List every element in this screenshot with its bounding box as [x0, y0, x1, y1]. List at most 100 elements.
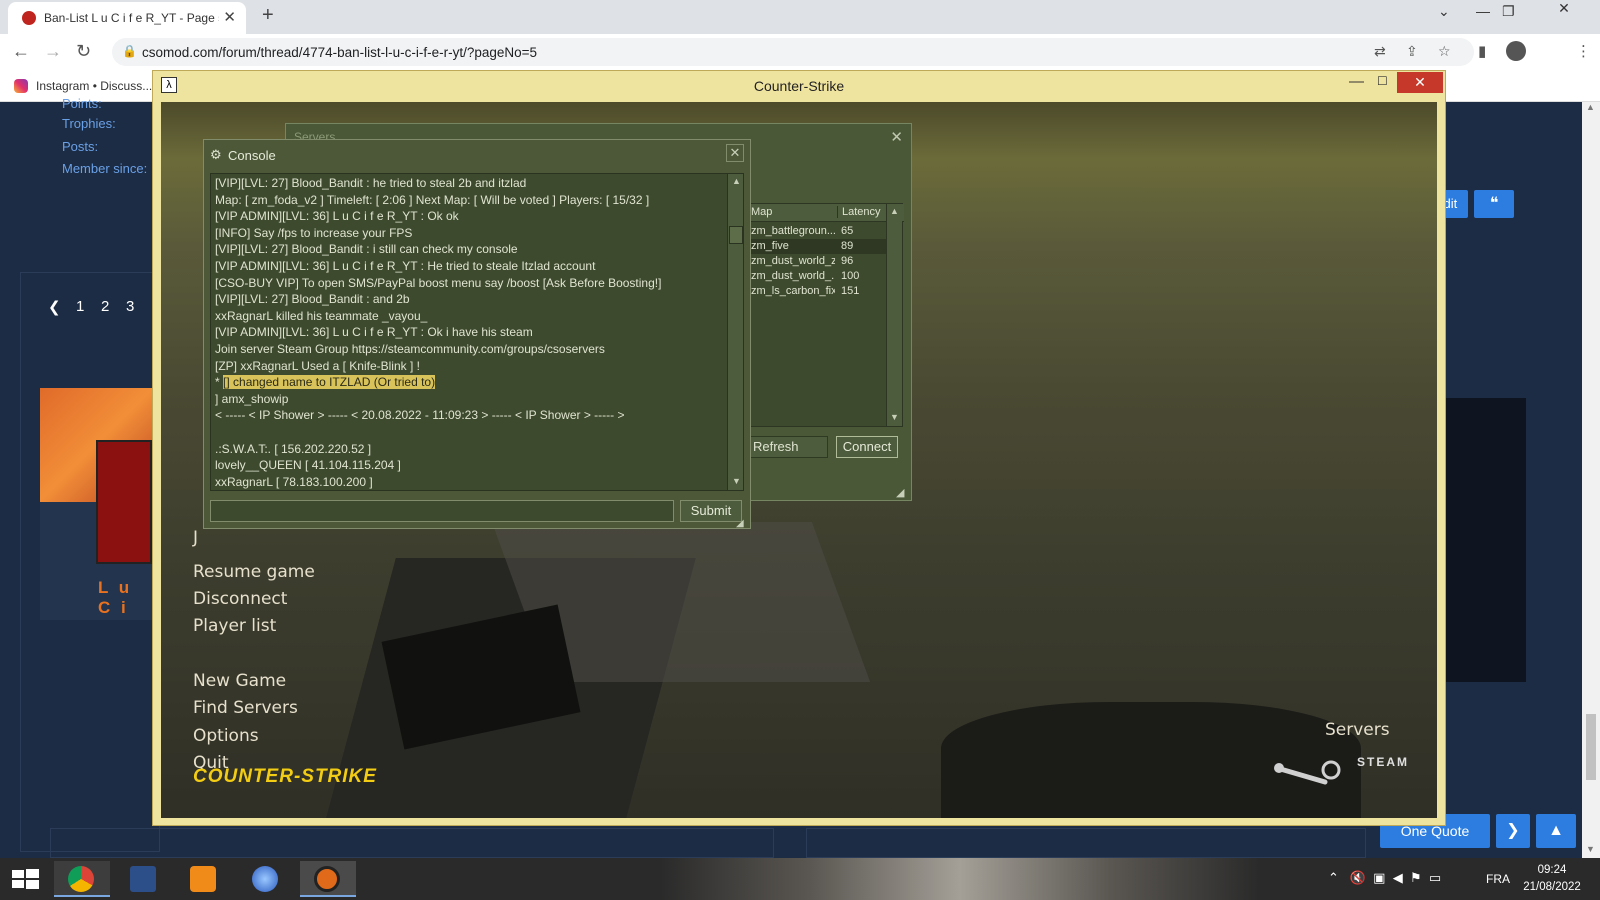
tab-search-icon[interactable]: ⌄	[1438, 3, 1450, 20]
speaker-icon[interactable]: ◀	[1393, 870, 1403, 885]
console-scrollbar[interactable]: ▲ ▼	[727, 174, 743, 490]
scroll-top-icon[interactable]: ▲	[1536, 814, 1576, 848]
avatar[interactable]	[96, 440, 152, 564]
restore-window-button[interactable]: ❐	[1502, 3, 1515, 20]
col-latency-header[interactable]: Latency	[837, 206, 881, 218]
flag-icon[interactable]: ⚑	[1410, 870, 1422, 885]
profile-field-trophies[interactable]: Trophies:	[62, 116, 116, 131]
taskbar-half-life[interactable]	[300, 861, 356, 897]
server-row[interactable]: zm_battlegroun... 65	[749, 224, 887, 239]
console-line: [VIP][LVL: 27] Blood_Bandit : he tried t…	[215, 176, 527, 190]
back-icon[interactable]: ←	[12, 41, 30, 62]
quote-icon[interactable]: ❝	[1474, 190, 1514, 218]
server-latency: 89	[841, 240, 854, 252]
menu-player-list[interactable]: Player list	[193, 616, 276, 636]
steam-logo-icon	[1274, 760, 1341, 785]
start-button[interactable]	[0, 861, 56, 897]
close-tab-icon[interactable]: ✕	[223, 8, 236, 26]
refresh-button[interactable]: Refresh	[750, 436, 828, 458]
server-list-scrollbar[interactable]: ▲ ▼	[886, 204, 902, 426]
scroll-down-icon[interactable]: ▼	[732, 476, 741, 486]
cs-maximize-button[interactable]: ☐	[1377, 74, 1388, 88]
cs-minimize-button[interactable]: —	[1349, 73, 1364, 90]
profile-avatar-icon[interactable]	[1506, 41, 1526, 61]
new-tab-button[interactable]: +	[262, 4, 274, 27]
author-name[interactable]: L u C i	[98, 578, 152, 618]
connect-button[interactable]: Connect	[836, 436, 898, 458]
menu-options[interactable]: Options	[193, 726, 259, 746]
close-window-button[interactable]: ✕	[1528, 0, 1600, 20]
language-indicator[interactable]: FRA	[1486, 872, 1510, 886]
volume-muted-icon[interactable]: 🔇	[1350, 870, 1366, 885]
network-icon[interactable]: ▣	[1373, 870, 1385, 885]
display-icon[interactable]: ▭	[1429, 870, 1441, 885]
page-scrollbar[interactable]: ▲ ▼	[1582, 102, 1600, 858]
server-map: zm_dust_world_...	[751, 270, 835, 282]
menu-new-game[interactable]: New Game	[193, 671, 286, 691]
menu-kebab-icon[interactable]: ⋮	[1576, 42, 1591, 60]
translate-icon[interactable]: ⇄	[1374, 43, 1386, 60]
resize-grip-icon[interactable]: ◢	[736, 518, 744, 529]
browser-tab[interactable]: Ban-List L u C i f e R_YT - Page 5 ✕	[8, 2, 246, 34]
tray-expand-icon[interactable]: ⌃	[1328, 870, 1339, 885]
col-map-header[interactable]: Map	[751, 206, 772, 218]
scroll-up-icon[interactable]: ▲	[732, 176, 741, 186]
media-player-icon	[190, 866, 216, 892]
taskbar-chrome[interactable]	[54, 861, 110, 897]
console-line: [VIP ADMIN][LVL: 36] L u C i f e R_YT : …	[215, 325, 533, 340]
page-1-link[interactable]: 1	[76, 298, 84, 315]
forward-icon[interactable]: →	[44, 41, 62, 62]
share-icon[interactable]: ⇪	[1406, 43, 1418, 60]
taskbar-wallpaper-strip	[660, 858, 1260, 900]
console-command-input[interactable]	[210, 500, 674, 522]
taskbar-app-globe[interactable]	[238, 861, 294, 897]
menu-resume-game[interactable]: Resume game	[193, 562, 315, 582]
resize-grip-icon[interactable]: ◢	[896, 486, 904, 499]
cs-close-button[interactable]: ✕	[1397, 72, 1443, 93]
windows-taskbar: ⌃ 🔇 ▣ ◀ ⚑ ▭ FRA 09:24 21/08/2022	[0, 858, 1600, 900]
globe-app-icon	[252, 866, 278, 892]
profile-field-posts[interactable]: Posts:	[62, 139, 98, 154]
lock-icon[interactable]: 🔒	[122, 44, 137, 58]
scrollbar-thumb[interactable]	[1586, 714, 1596, 780]
servers-close-icon[interactable]: ✕	[890, 128, 903, 146]
reply-box-right	[806, 828, 1366, 858]
next-page-icon[interactable]: ❯	[1496, 814, 1530, 848]
profile-field-points: Points:	[62, 96, 102, 111]
page-3-link[interactable]: 3	[126, 298, 134, 315]
scroll-up-icon[interactable]: ▲	[890, 206, 899, 216]
console-line-prefix: *	[215, 375, 224, 390]
server-list[interactable]: Map Latency zm_battlegroun... 65 zm_five…	[748, 203, 904, 427]
address-bar[interactable]: 🔒 csomod.com/forum/thread/4774-ban-list-…	[112, 38, 1474, 66]
reload-icon[interactable]: ↻	[76, 41, 91, 62]
console-scrollbar-thumb[interactable]	[729, 226, 743, 244]
server-map: zm_five	[751, 240, 789, 252]
page-2-link[interactable]: 2	[101, 298, 109, 315]
bookmark-instagram[interactable]: Instagram • Discuss...	[36, 79, 152, 93]
chrome-icon	[68, 866, 94, 892]
minimize-window-button[interactable]: —	[1476, 3, 1490, 19]
counter-strike-logo: COUNTER-STRIKE	[193, 766, 377, 787]
server-row[interactable]: zm_dust_world_zc 96	[749, 254, 887, 269]
cs-titlebar[interactable]: λ Counter-Strike — ☐ ✕	[153, 71, 1445, 101]
scroll-down-icon[interactable]: ▼	[1586, 844, 1595, 854]
taskbar-clock[interactable]: 09:24 21/08/2022	[1522, 862, 1582, 896]
server-row[interactable]: zm_ls_carbon_fix 151	[749, 284, 887, 299]
console-log[interactable]: [VIP][LVL: 27] Blood_Bandit : he tried t…	[210, 173, 744, 491]
bookmark-star-icon[interactable]: ☆	[1438, 43, 1451, 60]
side-panel-icon[interactable]: ▮	[1478, 42, 1486, 60]
menu-find-servers[interactable]: Find Servers	[193, 698, 298, 718]
scroll-down-icon[interactable]: ▼	[890, 412, 899, 422]
servers-link[interactable]: Servers	[1325, 720, 1390, 740]
pager-prev-icon[interactable]: ❮	[48, 298, 61, 316]
taskbar-media-player[interactable]	[176, 861, 232, 897]
taskbar-app-game[interactable]	[116, 861, 172, 897]
server-row-selected[interactable]: zm_five 89	[749, 239, 887, 254]
server-row[interactable]: zm_dust_world_... 100	[749, 269, 887, 284]
console-line: ] amx_showip	[215, 391, 289, 406]
menu-disconnect[interactable]: Disconnect	[193, 589, 287, 609]
submit-button[interactable]: Submit	[680, 500, 742, 522]
console-dialog[interactable]: ⚙ Console ✕ [VIP][LVL: 27] Blood_Bandit …	[203, 139, 751, 529]
scroll-up-icon[interactable]: ▲	[1586, 102, 1595, 112]
console-close-button[interactable]: ✕	[726, 144, 744, 162]
